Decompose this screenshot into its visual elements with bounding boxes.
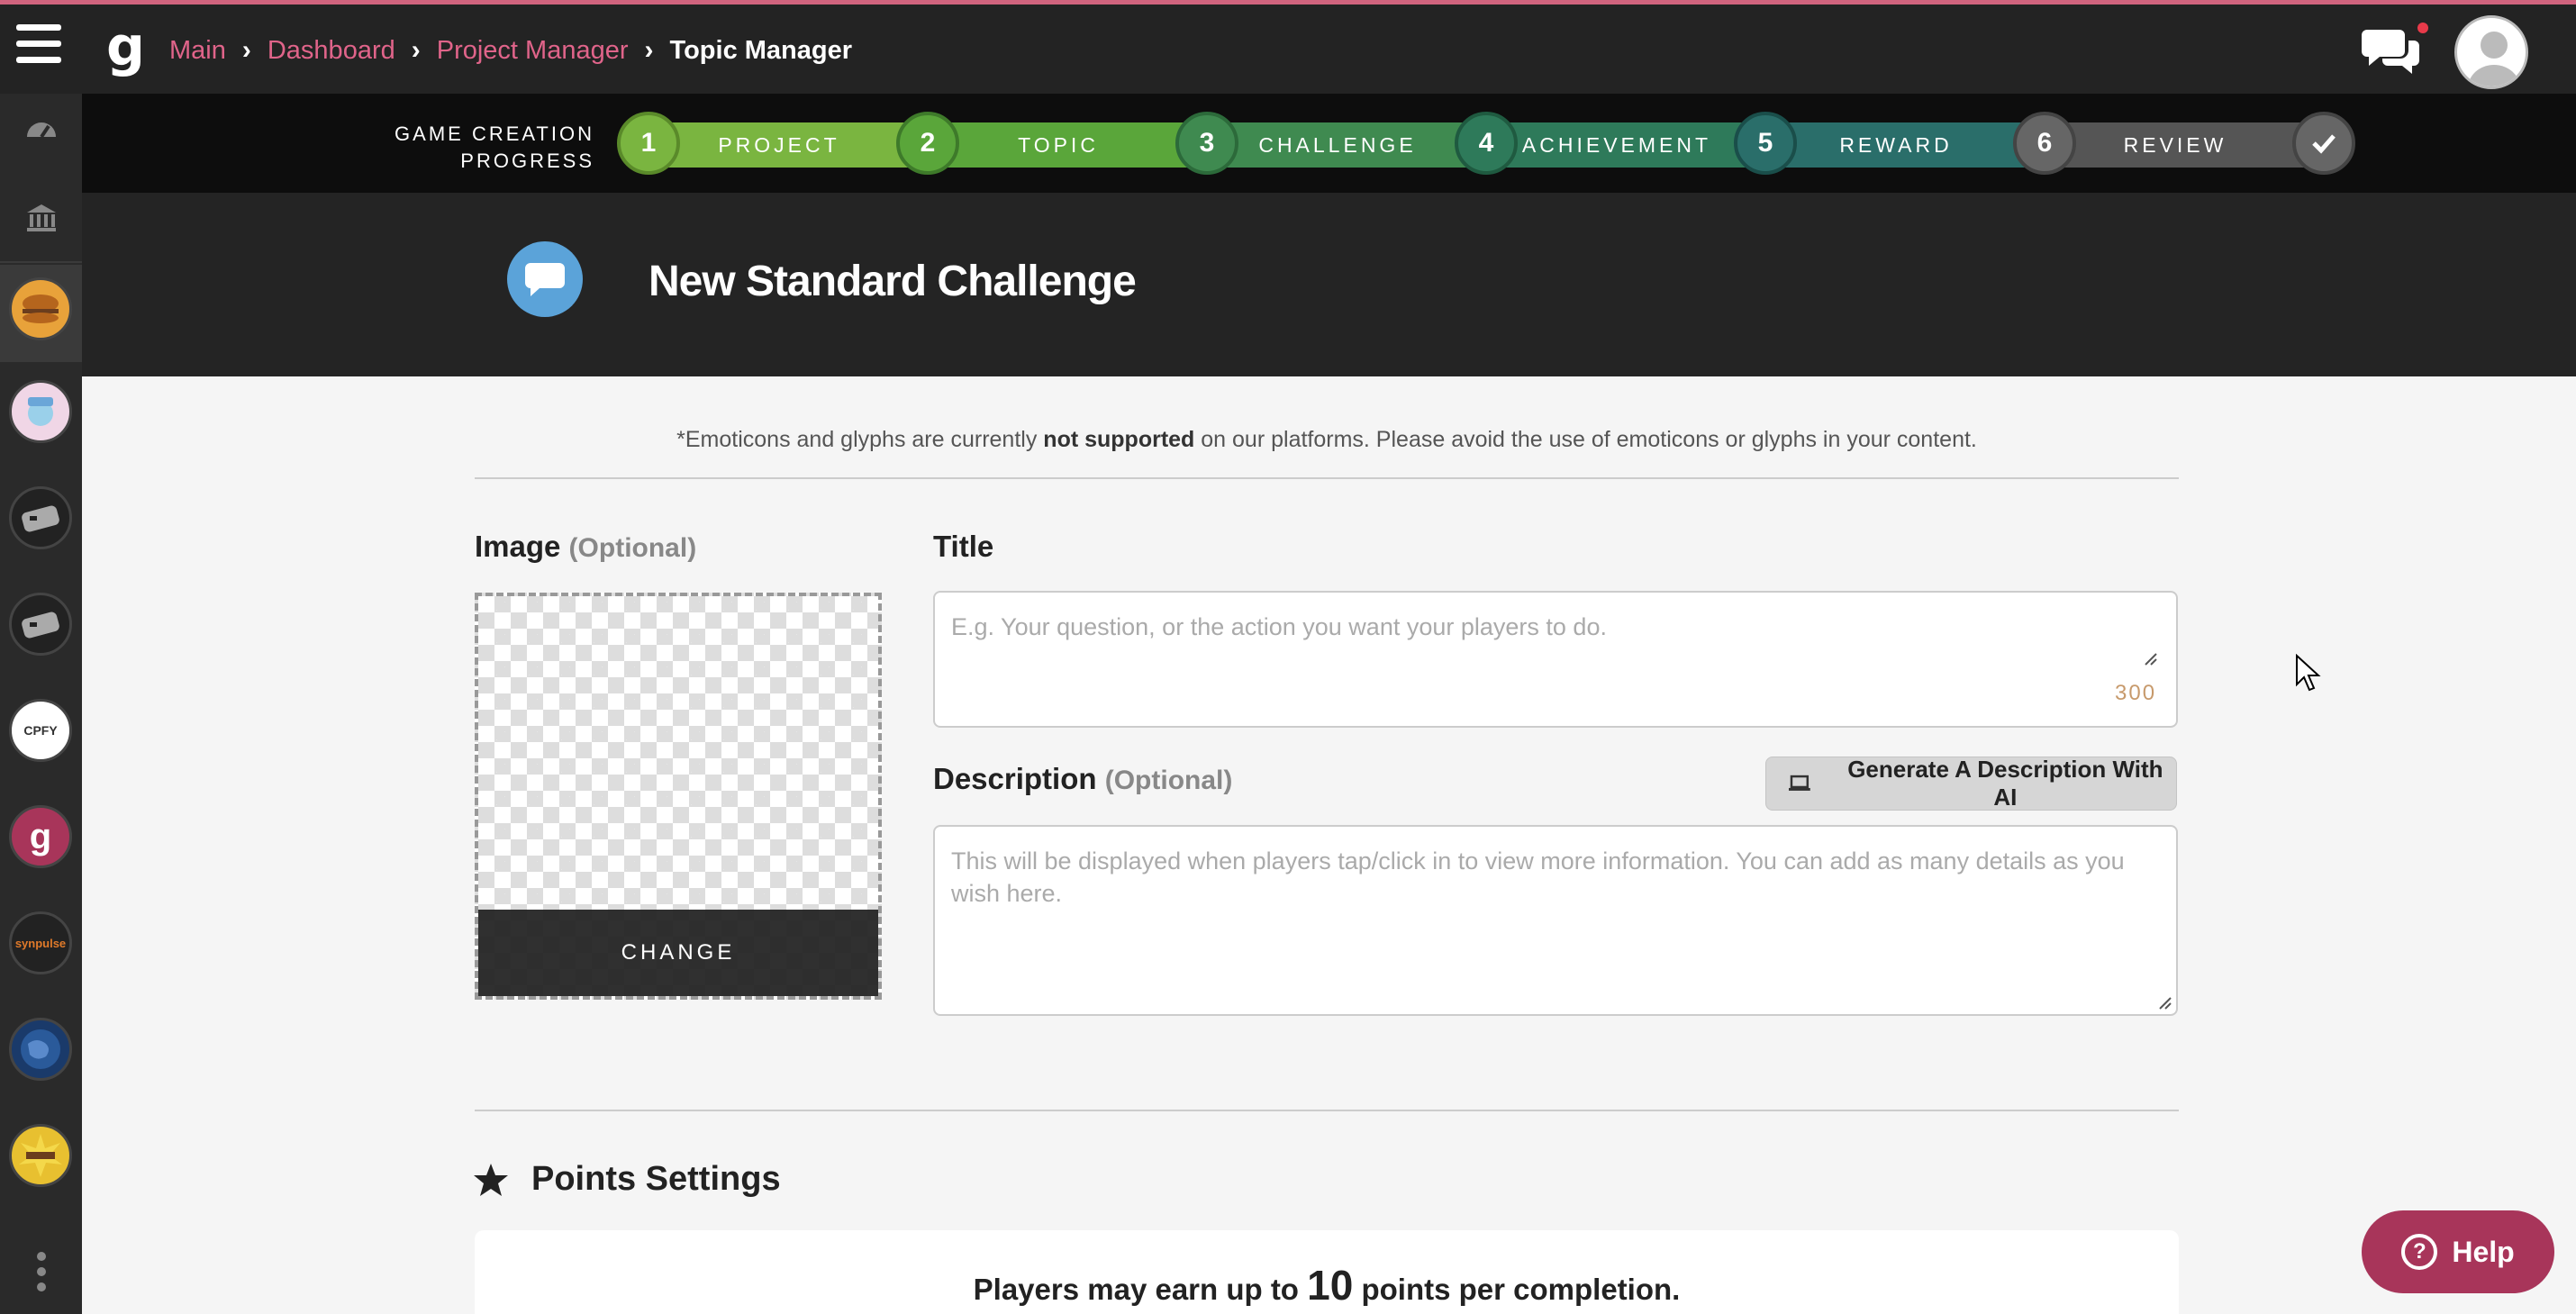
step-circle-complete[interactable] bbox=[2292, 112, 2355, 175]
challenge-header bbox=[82, 193, 2576, 376]
step-label-reward: REWARD bbox=[1839, 132, 1953, 157]
step-number-5: 5 bbox=[1757, 128, 1773, 158]
title-char-counter: 300 bbox=[2115, 681, 2157, 705]
checkmark-icon bbox=[2312, 134, 2336, 154]
step-label-project: PROJECT bbox=[718, 132, 840, 157]
progress-label-line2: PROGRESS bbox=[460, 150, 594, 172]
image-label: Image (Optional) bbox=[475, 530, 696, 564]
notice-bold: not supported bbox=[1043, 427, 1195, 452]
mouse-cursor-icon bbox=[2296, 654, 2321, 692]
chevron-right-icon: › bbox=[644, 35, 654, 65]
description-input[interactable] bbox=[935, 827, 2176, 1014]
title-input[interactable] bbox=[935, 593, 2176, 726]
progress-label-line1: GAME CREATION bbox=[395, 122, 594, 145]
bank-icon[interactable] bbox=[16, 193, 67, 243]
step-circle-5[interactable]: 5 bbox=[1734, 112, 1797, 175]
step-label-challenge: CHALLENGE bbox=[1258, 132, 1417, 157]
chat-icon[interactable] bbox=[2360, 24, 2421, 75]
help-label: Help bbox=[2452, 1235, 2515, 1268]
star-icon bbox=[474, 1164, 508, 1196]
step-bar-challenge[interactable]: CHALLENGE bbox=[1207, 122, 1468, 168]
synpulse-logo-text: synpulse bbox=[14, 936, 67, 950]
points-value: 10 bbox=[1307, 1262, 1354, 1309]
description-label-text: Description bbox=[933, 762, 1097, 795]
step-bar-topic[interactable]: TOPIC bbox=[928, 122, 1189, 168]
step-number-6: 6 bbox=[2036, 128, 2053, 158]
points-settings-title: Points Settings bbox=[531, 1160, 781, 1198]
project-avatar-robot-2[interactable] bbox=[9, 593, 72, 656]
step-number-2: 2 bbox=[920, 128, 936, 158]
top-bar: g Main › Dashboard › Project Manager › T… bbox=[0, 5, 2576, 94]
notice-suffix: on our platforms. Please avoid the use o… bbox=[1194, 427, 1977, 452]
cpfy-logo-text: CPFY bbox=[23, 723, 58, 738]
step-circle-6[interactable]: 6 bbox=[2013, 112, 2076, 175]
breadcrumb-current: Topic Manager bbox=[669, 35, 853, 65]
ai-button-label: Generate A Description With AI bbox=[1847, 756, 2163, 811]
project-avatar-nurse[interactable] bbox=[9, 380, 72, 443]
g-logo-text: g bbox=[29, 816, 52, 856]
project-avatar-explosion[interactable] bbox=[9, 1124, 72, 1187]
points-suffix: points per completion. bbox=[1353, 1273, 1681, 1306]
title-label: Title bbox=[933, 530, 994, 563]
chevron-right-icon: › bbox=[411, 35, 421, 65]
project-avatar-cpfy[interactable]: CPFY bbox=[9, 699, 72, 762]
divider bbox=[475, 477, 2179, 479]
question-icon: ? bbox=[2401, 1234, 2438, 1270]
project-avatar-burger[interactable] bbox=[9, 277, 72, 340]
laptop-icon bbox=[1788, 775, 1810, 791]
description-optional-text: (Optional) bbox=[1104, 766, 1233, 795]
title-input-box bbox=[933, 591, 2178, 728]
step-number-4: 4 bbox=[1478, 128, 1494, 158]
help-button[interactable]: ? Help bbox=[2362, 1210, 2554, 1293]
resize-handle-icon[interactable] bbox=[2158, 996, 2172, 1010]
step-bar-reward[interactable]: REWARD bbox=[1765, 122, 2027, 168]
user-silhouette-icon bbox=[2468, 32, 2520, 86]
project-avatar-globe[interactable] bbox=[9, 1018, 72, 1081]
chevron-right-icon: › bbox=[241, 35, 251, 65]
user-avatar[interactable] bbox=[2454, 15, 2528, 89]
step-bar-achievement[interactable]: ACHIEVEMENT bbox=[1486, 122, 1747, 168]
step-number-3: 3 bbox=[1199, 128, 1215, 158]
step-bar-review[interactable]: REVIEW bbox=[2045, 122, 2306, 168]
dashboard-icon[interactable] bbox=[16, 104, 67, 155]
description-label: Description (Optional) bbox=[933, 762, 1232, 796]
app-logo[interactable]: g bbox=[106, 15, 145, 78]
description-input-box bbox=[933, 825, 2178, 1016]
notification-dot bbox=[2417, 23, 2428, 33]
breadcrumb: Main › Dashboard › Project Manager › Top… bbox=[169, 35, 852, 66]
image-label-text: Image bbox=[475, 530, 561, 563]
breadcrumb-dashboard[interactable]: Dashboard bbox=[268, 36, 395, 66]
change-image-button[interactable]: CHANGE bbox=[478, 910, 878, 996]
step-circle-1[interactable]: 1 bbox=[617, 112, 680, 175]
page-title: New Standard Challenge bbox=[649, 258, 1137, 305]
divider bbox=[475, 1110, 2179, 1111]
points-summary: Players may earn up to 10 points per com… bbox=[475, 1261, 2179, 1309]
notice-prefix: *Emoticons and glyphs are currently bbox=[676, 427, 1044, 452]
project-avatar-robot-1[interactable] bbox=[9, 486, 72, 549]
hamburger-menu-icon[interactable] bbox=[16, 24, 61, 71]
step-label-review: REVIEW bbox=[2123, 132, 2227, 157]
image-optional-text: (Optional) bbox=[568, 533, 697, 563]
more-vertical-icon[interactable] bbox=[16, 1246, 67, 1297]
progress-label: GAME CREATION PROGRESS bbox=[378, 121, 594, 175]
step-circle-3[interactable]: 3 bbox=[1175, 112, 1238, 175]
resize-handle-icon[interactable] bbox=[2144, 652, 2158, 666]
step-label-achievement: ACHIEVEMENT bbox=[1521, 132, 1712, 157]
sidebar-divider bbox=[0, 261, 82, 263]
step-circle-4[interactable]: 4 bbox=[1455, 112, 1518, 175]
project-avatar-g[interactable]: g bbox=[9, 805, 72, 868]
emoticon-notice: *Emoticons and glyphs are currently not … bbox=[475, 427, 2179, 453]
left-sidebar: CPFY g synpulse bbox=[0, 94, 82, 1314]
step-bar-project[interactable]: PROJECT bbox=[649, 122, 910, 168]
step-circle-2[interactable]: 2 bbox=[896, 112, 959, 175]
breadcrumb-project-manager[interactable]: Project Manager bbox=[437, 36, 629, 66]
step-label-topic: TOPIC bbox=[1018, 132, 1099, 157]
speech-bubble-icon bbox=[507, 241, 583, 317]
project-avatar-synpulse[interactable]: synpulse bbox=[9, 911, 72, 974]
generate-ai-description-button[interactable]: Generate A Description With AI bbox=[1765, 756, 2177, 811]
breadcrumb-main[interactable]: Main bbox=[169, 36, 226, 66]
points-prefix: Players may earn up to bbox=[973, 1273, 1308, 1306]
step-number-1: 1 bbox=[640, 128, 657, 158]
